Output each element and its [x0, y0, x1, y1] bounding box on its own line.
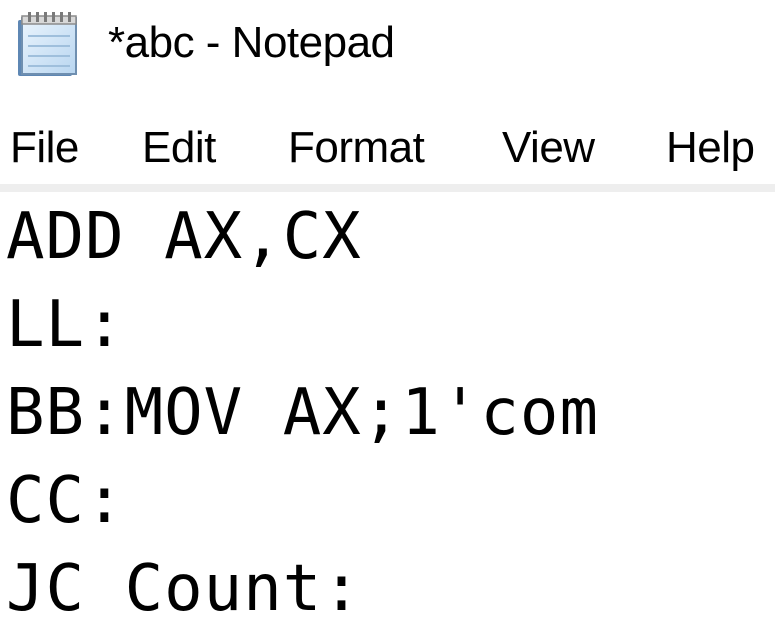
menu-bar: File Edit Format View Help: [0, 112, 775, 192]
notepad-icon[interactable]: [14, 10, 84, 80]
editor-line: JC Count:: [6, 552, 362, 626]
editor-line: BB:MOV AX;1'com: [6, 376, 599, 450]
editor-line: CC:: [6, 464, 125, 538]
menu-help[interactable]: Help: [666, 112, 755, 184]
text-editor[interactable]: ADD AX,CX LL: BB:MOV AX;1'com CC: JC Cou…: [0, 192, 775, 631]
editor-line: LL:: [6, 288, 125, 362]
title-bar: *abc - Notepad: [0, 0, 775, 98]
window-title: *abc - Notepad: [108, 18, 395, 67]
editor-line: ADD AX,CX: [6, 200, 362, 274]
menu-format[interactable]: Format: [288, 112, 425, 184]
menu-edit[interactable]: Edit: [142, 112, 216, 184]
menu-view[interactable]: View: [502, 112, 595, 184]
menu-file[interactable]: File: [10, 112, 79, 184]
